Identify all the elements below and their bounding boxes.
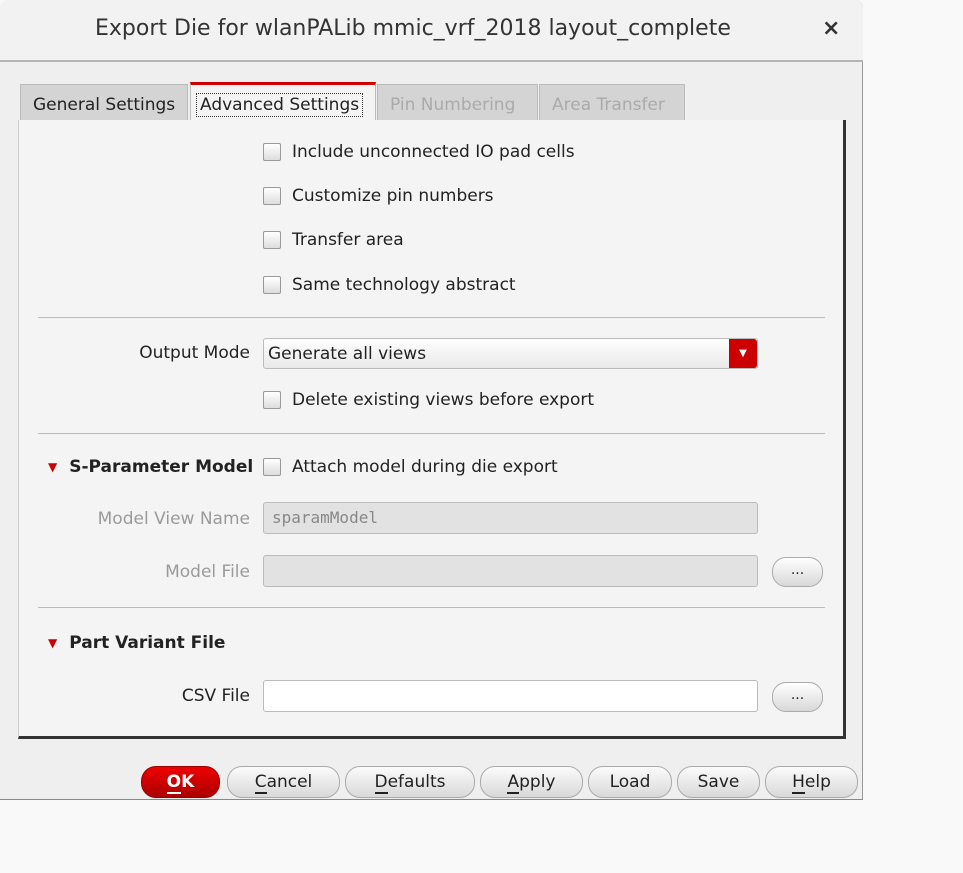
- mnemonic: A: [507, 772, 520, 794]
- mnemonic: O: [166, 772, 182, 794]
- select-value: Generate all views: [268, 344, 427, 364]
- dialog-title: Export Die for wlanPALib mmic_vrf_2018 l…: [95, 16, 731, 41]
- checkbox-box: [263, 231, 281, 249]
- button-label: elp: [804, 772, 831, 792]
- delete-existing-views-checkbox[interactable]: Delete existing views before export: [263, 390, 594, 410]
- apply-button[interactable]: Apply: [480, 766, 583, 798]
- checkbox-label: Customize pin numbers: [292, 186, 494, 206]
- tab-label: General Settings: [33, 95, 176, 115]
- section-title: Part Variant File: [69, 633, 226, 653]
- triangle-down-icon: ▼: [48, 636, 58, 650]
- save-button[interactable]: Save: [677, 766, 760, 798]
- checkbox-box: [263, 143, 281, 161]
- chevron-down-icon[interactable]: ▼: [729, 339, 757, 368]
- tab-general-settings[interactable]: General Settings: [20, 84, 188, 121]
- checkbox-label: Delete existing views before export: [292, 390, 595, 410]
- checkbox-box: [263, 391, 281, 409]
- model-file-input: [263, 555, 758, 587]
- csv-file-input[interactable]: [263, 680, 758, 712]
- button-label: K: [181, 772, 195, 792]
- include-unconnected-checkbox[interactable]: Include unconnected IO pad cells: [263, 142, 575, 162]
- model-view-name-input: sparamModel: [263, 502, 758, 534]
- mnemonic: D: [374, 772, 388, 794]
- checkbox-label: Include unconnected IO pad cells: [292, 142, 575, 162]
- mnemonic: H: [792, 772, 805, 794]
- checkbox-label: Same technology abstract: [292, 275, 516, 295]
- checkbox-label: Attach model during die export: [292, 457, 558, 477]
- tab-advanced-settings[interactable]: Advanced Settings: [190, 82, 376, 121]
- button-label: efaults: [387, 772, 446, 792]
- part-variant-section-toggle[interactable]: ▼ Part Variant File: [48, 633, 225, 653]
- section-title: S-Parameter Model: [69, 457, 254, 477]
- model-view-name-label: Model View Name: [97, 509, 250, 529]
- triangle-down-icon: ▼: [48, 460, 58, 474]
- cancel-button[interactable]: Cancel: [227, 766, 340, 798]
- close-icon[interactable]: ×: [822, 16, 840, 41]
- tab-label: Pin Numbering: [390, 95, 516, 115]
- customize-pin-numbers-checkbox[interactable]: Customize pin numbers: [263, 186, 494, 206]
- output-mode-select[interactable]: Generate all views ▼: [263, 338, 758, 369]
- attach-model-checkbox[interactable]: Attach model during die export: [263, 457, 558, 477]
- mnemonic: C: [254, 772, 267, 794]
- divider: [38, 433, 825, 434]
- tab-label: Advanced Settings: [195, 93, 364, 117]
- csv-file-browse-button[interactable]: ...: [772, 682, 823, 712]
- same-technology-checkbox[interactable]: Same technology abstract: [263, 275, 516, 295]
- model-file-label: Model File: [165, 562, 250, 582]
- model-file-browse-button[interactable]: ...: [772, 557, 823, 587]
- title-bar: Export Die for wlanPALib mmic_vrf_2018 l…: [0, 0, 863, 62]
- checkbox-box: [263, 458, 281, 476]
- csv-file-label: CSV File: [181, 686, 250, 706]
- help-button[interactable]: Help: [765, 766, 858, 798]
- ok-button[interactable]: OK: [141, 766, 220, 798]
- checkbox-label: Transfer area: [292, 230, 404, 250]
- button-label: ancel: [266, 772, 313, 792]
- tab-label: Area Transfer: [552, 95, 665, 115]
- divider: [38, 607, 825, 608]
- button-label: pply: [519, 772, 556, 792]
- load-button[interactable]: Load: [588, 766, 672, 798]
- checkbox-box: [263, 276, 281, 294]
- transfer-area-checkbox[interactable]: Transfer area: [263, 230, 404, 250]
- checkbox-box: [263, 187, 281, 205]
- divider: [38, 317, 825, 318]
- output-mode-label: Output Mode: [139, 343, 250, 363]
- defaults-button[interactable]: Defaults: [345, 766, 475, 798]
- tab-pin-numbering: Pin Numbering: [377, 84, 538, 121]
- export-die-dialog: Export Die for wlanPALib mmic_vrf_2018 l…: [0, 0, 863, 800]
- s-parameter-section-toggle[interactable]: ▼ S-Parameter Model: [48, 457, 253, 477]
- tab-area-transfer: Area Transfer: [539, 84, 685, 121]
